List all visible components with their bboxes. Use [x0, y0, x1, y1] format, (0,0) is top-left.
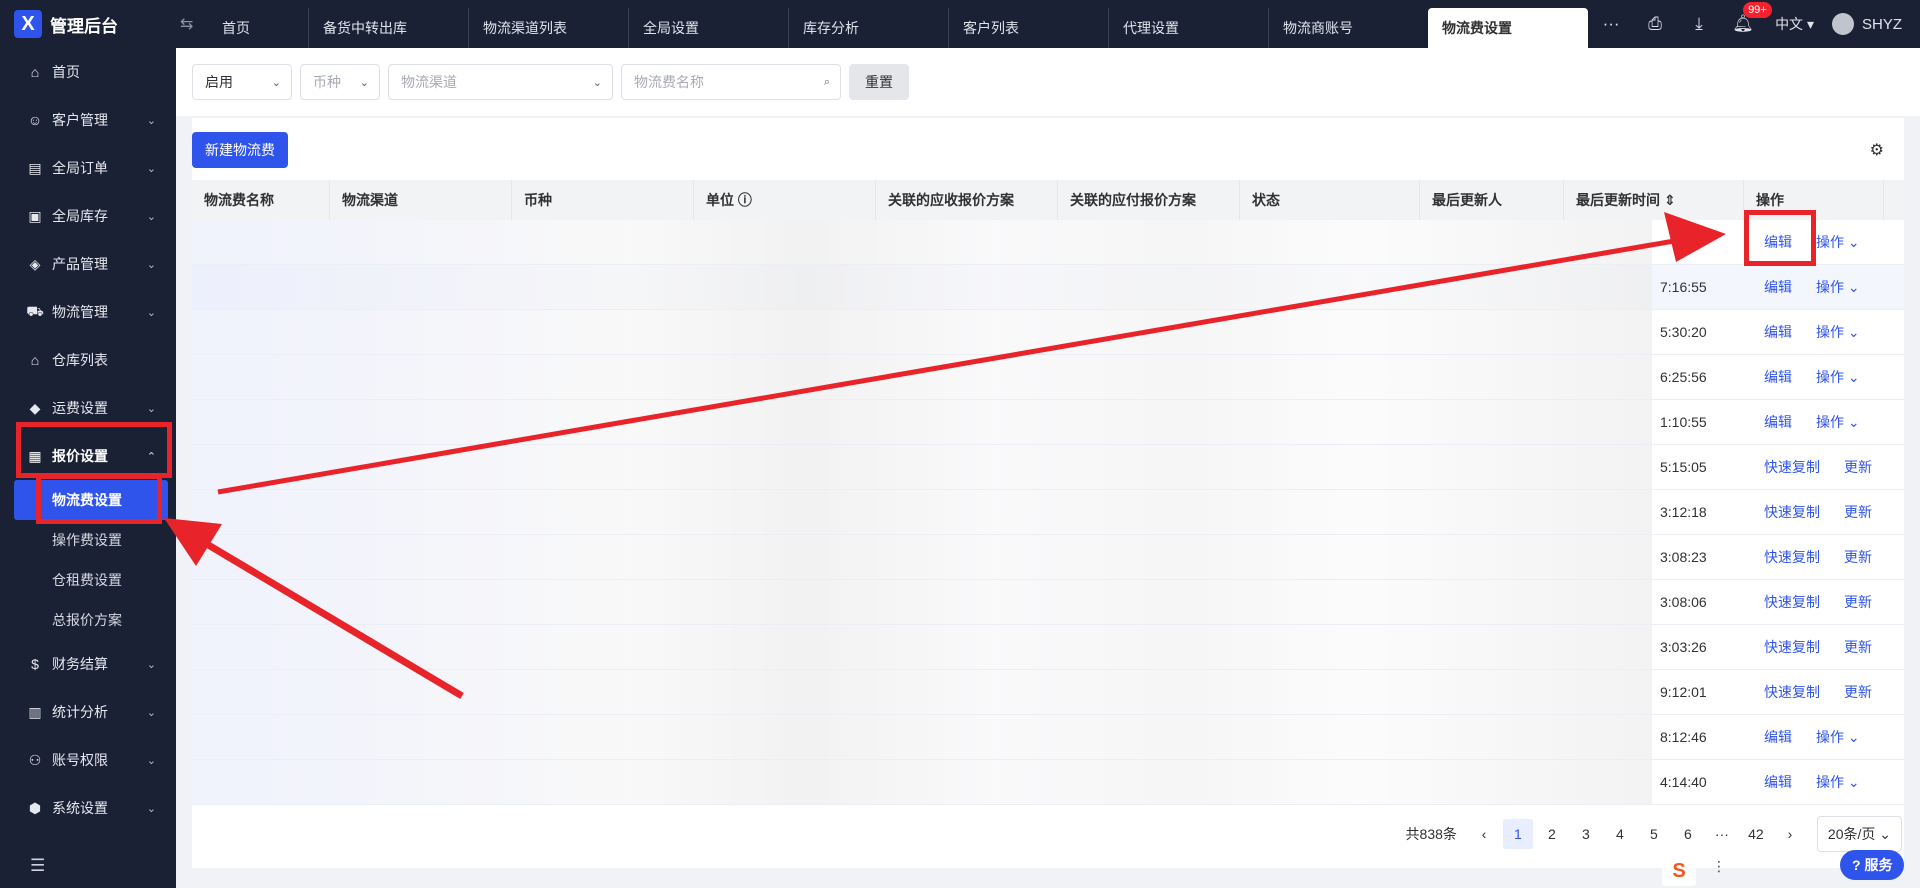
annotation-arrow-line [217, 237, 1681, 495]
annotation-arrow-head [164, 518, 222, 566]
annotation-arrows [164, 212, 1726, 700]
annotation-arrow-line [198, 536, 464, 700]
annotation-arrow-head [1664, 212, 1726, 262]
